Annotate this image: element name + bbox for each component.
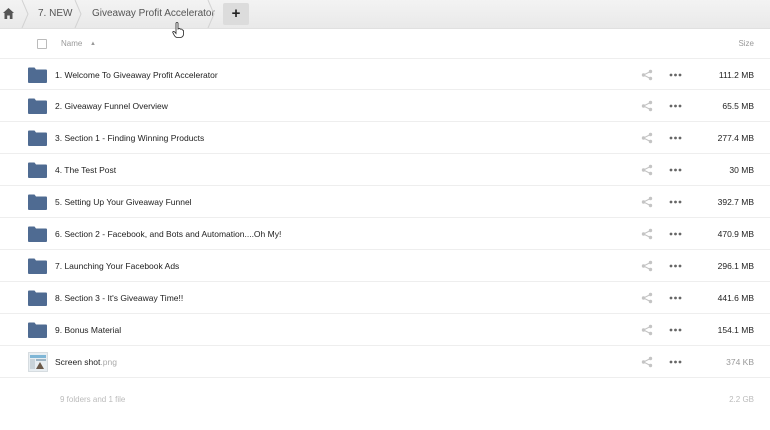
share-icon[interactable]	[641, 260, 653, 272]
folder-row[interactable]: 4. The Test Post 30 MB	[0, 154, 770, 186]
folder-icon	[28, 67, 47, 83]
size-column-header[interactable]: Size	[738, 30, 754, 58]
file-basename: Screen shot	[55, 357, 101, 367]
summary-total-size: 2.2 GB	[729, 395, 754, 404]
folder-size: 65.5 MB	[722, 101, 754, 111]
file-extension: .png	[100, 357, 117, 367]
folder-row[interactable]: 7. Launching Your Facebook Ads 296.1 MB	[0, 250, 770, 282]
more-options-icon[interactable]	[669, 292, 682, 304]
folder-row[interactable]: 6. Section 2 - Facebook, and Bots and Au…	[0, 218, 770, 250]
more-options-icon[interactable]	[669, 100, 682, 112]
more-options-icon[interactable]	[669, 228, 682, 240]
folder-size: 441.6 MB	[717, 293, 754, 303]
more-options-icon[interactable]	[669, 132, 682, 144]
share-icon[interactable]	[641, 196, 653, 208]
chevron-right-icon	[207, 0, 215, 28]
folder-row[interactable]: 3. Section 1 - Finding Winning Products 2…	[0, 122, 770, 154]
share-icon[interactable]	[641, 132, 653, 144]
folder-icon	[28, 194, 47, 210]
file-name[interactable]: Screen shot.png	[55, 346, 117, 378]
folder-name[interactable]: 2. Giveaway Funnel Overview	[55, 90, 168, 122]
folder-icon	[28, 290, 47, 306]
folder-icon	[28, 98, 47, 114]
file-row[interactable]: Screen shot.png 374 KB	[0, 346, 770, 378]
chevron-right-icon	[21, 0, 29, 28]
folder-size: 470.9 MB	[717, 229, 754, 239]
breadcrumb: 7. NEW Giveaway Profit Accelerator +	[0, 0, 770, 29]
breadcrumb-item-new[interactable]: 7. NEW	[38, 0, 72, 28]
folder-row[interactable]: 9. Bonus Material 154.1 MB	[0, 314, 770, 346]
folder-icon	[28, 258, 47, 274]
name-column-header[interactable]: Name	[61, 30, 82, 58]
image-thumbnail-icon	[28, 352, 48, 372]
folder-row[interactable]: 8. Section 3 - It's Giveaway Time!! 441.6…	[0, 282, 770, 314]
file-list-summary: 9 folders and 1 file 2.2 GB	[0, 388, 770, 412]
folder-icon	[28, 226, 47, 242]
share-icon[interactable]	[641, 69, 653, 81]
folder-row[interactable]: 1. Welcome To Giveaway Profit Accelerato…	[0, 58, 770, 90]
folder-name[interactable]: 7. Launching Your Facebook Ads	[55, 250, 179, 282]
file-list: 1. Welcome To Giveaway Profit Accelerato…	[0, 58, 770, 378]
folder-row[interactable]: 2. Giveaway Funnel Overview 65.5 MB	[0, 90, 770, 122]
share-icon[interactable]	[641, 228, 653, 240]
folder-name[interactable]: 5. Setting Up Your Giveaway Funnel	[55, 186, 192, 218]
folder-name[interactable]: 4. The Test Post	[55, 154, 116, 186]
sort-ascending-icon[interactable]: ▲	[90, 30, 96, 58]
chevron-right-icon	[74, 0, 82, 28]
folder-size: 111.2 MB	[718, 70, 754, 80]
folder-size: 296.1 MB	[717, 261, 754, 271]
more-options-icon[interactable]	[669, 164, 682, 176]
folder-name[interactable]: 6. Section 2 - Facebook, and Bots and Au…	[55, 218, 281, 250]
folder-row[interactable]: 5. Setting Up Your Giveaway Funnel 392.7 …	[0, 186, 770, 218]
more-options-icon[interactable]	[669, 356, 682, 368]
share-icon[interactable]	[641, 292, 653, 304]
folder-icon	[28, 162, 47, 178]
breadcrumb-item-current[interactable]: Giveaway Profit Accelerator	[92, 0, 215, 28]
folder-size: 30 MB	[729, 165, 754, 175]
add-button[interactable]: +	[223, 3, 249, 25]
folder-name[interactable]: 3. Section 1 - Finding Winning Products	[55, 122, 204, 154]
summary-count: 9 folders and 1 file	[60, 395, 126, 404]
select-all-checkbox[interactable]	[37, 39, 47, 49]
more-options-icon[interactable]	[669, 196, 682, 208]
folder-size: 154.1 MB	[717, 325, 754, 335]
share-icon[interactable]	[641, 100, 653, 112]
share-icon[interactable]	[641, 164, 653, 176]
file-size: 374 KB	[726, 357, 754, 367]
more-options-icon[interactable]	[669, 260, 682, 272]
folder-icon	[28, 130, 47, 146]
folder-name[interactable]: 8. Section 3 - It's Giveaway Time!!	[55, 282, 183, 314]
folder-name[interactable]: 1. Welcome To Giveaway Profit Accelerato…	[55, 59, 218, 91]
home-icon[interactable]	[2, 7, 15, 20]
folder-icon	[28, 322, 47, 338]
folder-size: 277.4 MB	[717, 133, 754, 143]
share-icon[interactable]	[641, 356, 653, 368]
file-list-header: Name ▲ Size	[0, 30, 770, 58]
more-options-icon[interactable]	[669, 69, 682, 81]
more-options-icon[interactable]	[669, 324, 682, 336]
folder-size: 392.7 MB	[717, 197, 754, 207]
folder-name[interactable]: 9. Bonus Material	[55, 314, 121, 346]
share-icon[interactable]	[641, 324, 653, 336]
